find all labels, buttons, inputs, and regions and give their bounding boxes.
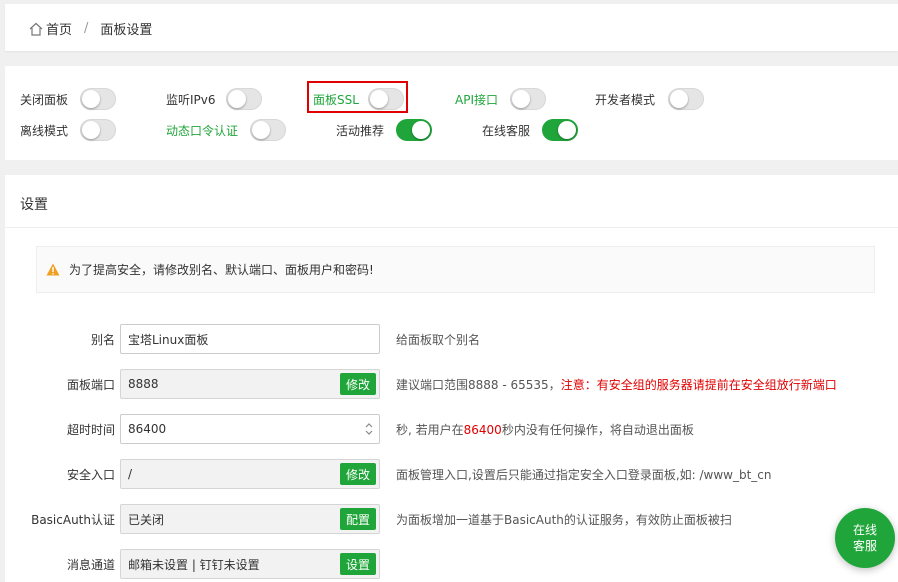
security-entry-value: / <box>128 467 133 481</box>
port-value: 8888 <box>128 377 159 391</box>
toggle-activity-recommend: 活动推荐 <box>336 119 384 141</box>
form-row-port: 面板端口 8888 修改 建议端口范围8888 - 65535，注意：有安全组的… <box>5 369 898 399</box>
toggle-label: 监听IPv6 <box>166 92 216 107</box>
configure-basicauth-button[interactable]: 配置 <box>339 508 376 530</box>
alias-label: 别名 <box>90 333 115 347</box>
panel-ssl-highlight <box>307 81 408 113</box>
timeout-hint-after: 秒内没有任何操作，将自动退出面板 <box>501 423 694 437</box>
chat-line-2: 客服 <box>852 539 877 553</box>
number-spinner-icon[interactable] <box>363 419 375 439</box>
modify-security-entry-button[interactable]: 修改 <box>339 463 376 485</box>
alias-value: 宝塔Linux面板 <box>128 332 209 347</box>
toggle-close-panel: 关闭面板 <box>20 88 68 110</box>
api-switch[interactable] <box>510 88 546 110</box>
port-hint: 建议端口范围8888 - 65535，注意：有安全组的服务器请提前在安全组放行新… <box>396 376 837 393</box>
toggle-label[interactable]: 动态口令认证 <box>166 122 238 139</box>
alias-input[interactable]: 宝塔Linux面板 <box>120 324 380 354</box>
breadcrumb-home-link[interactable]: 首页 <box>46 19 72 38</box>
form-row-security-entry: 安全入口 / 修改 面板管理入口,设置后只能通过指定安全入口登录面板,如: /w… <box>5 459 898 489</box>
toggle-online-service: 在线客服 <box>482 119 530 141</box>
timeout-hint-seconds: 86400 <box>463 423 502 437</box>
basicauth-label: BasicAuth认证 <box>31 513 115 527</box>
toggle-label: 关闭面板 <box>20 92 69 107</box>
toggle-label: 开发者模式 <box>595 92 656 107</box>
toggle-totp: 动态口令认证 <box>166 119 238 141</box>
security-entry-hint: 面板管理入口,设置后只能通过指定安全入口登录面板,如: /www_bt_cn <box>396 468 772 482</box>
toggle-offline-mode: 离线模式 <box>20 119 68 141</box>
toggle-label[interactable]: API接口 <box>455 91 498 108</box>
alert-text: 为了提高安全，请修改别名、默认端口、面板用户和密码! <box>69 263 374 277</box>
chat-line-1: 在线 <box>852 523 877 537</box>
port-input: 8888 修改 <box>120 369 380 399</box>
toggle-developer-mode: 开发者模式 <box>595 88 655 110</box>
online-service-switch[interactable] <box>542 119 578 141</box>
alias-hint: 给面板取个别名 <box>396 333 481 347</box>
timeout-value: 86400 <box>128 422 167 436</box>
breadcrumb-current: 面板设置 <box>100 23 153 38</box>
close-panel-switch[interactable] <box>80 88 116 110</box>
timeout-input[interactable]: 86400 <box>120 414 380 444</box>
timeout-hint: 秒, 若用户在86400秒内没有任何操作，将自动退出面板 <box>396 421 694 438</box>
timeout-label: 超时时间 <box>66 423 115 437</box>
message-channel-label: 消息通道 <box>66 558 115 572</box>
toggle-label: 离线模式 <box>20 123 69 138</box>
basicauth-hint: 为面板增加一道基于BasicAuth的认证服务，有效防止面板被扫 <box>396 513 732 527</box>
offline-mode-switch[interactable] <box>80 119 116 141</box>
developer-mode-switch[interactable] <box>668 88 704 110</box>
port-hint-text: 建议端口范围8888 - 65535， <box>396 378 561 392</box>
online-service-chat-button[interactable]: 在线 客服 <box>835 508 895 568</box>
port-label: 面板端口 <box>66 378 115 392</box>
toggle-listen-ipv6: 监听IPv6 <box>166 88 216 110</box>
toggle-label: 在线客服 <box>482 123 531 138</box>
message-channel-value: 邮箱未设置 | 钉钉未设置 <box>128 557 260 572</box>
settings-title: 设置 <box>20 197 48 213</box>
home-icon[interactable] <box>28 21 44 37</box>
divider <box>5 227 898 228</box>
timeout-hint-before: 秒, 若用户在 <box>396 423 464 437</box>
security-entry-input: / 修改 <box>120 459 380 489</box>
form-row-timeout: 超时时间 86400 秒, 若用户在86400秒内没有任何操作，将自动退出面板 <box>5 414 898 444</box>
settings-panel: 设置 为了提高安全，请修改别名、默认端口、面板用户和密码! 别名 宝塔Linux… <box>5 175 898 582</box>
modify-port-button[interactable]: 修改 <box>339 373 376 395</box>
form-row-basicauth: BasicAuth认证 已关闭 配置 为面板增加一道基于BasicAuth的认证… <box>5 504 898 534</box>
toggle-settings-panel <box>5 66 898 160</box>
totp-switch[interactable] <box>250 119 286 141</box>
form-row-message-channel: 消息通道 邮箱未设置 | 钉钉未设置 设置 <box>5 549 898 579</box>
breadcrumb: 首页 / 面板设置 <box>28 19 152 38</box>
listen-ipv6-switch[interactable] <box>226 88 262 110</box>
breadcrumb-separator: / <box>84 21 89 36</box>
breadcrumb-bar: 首页 / 面板设置 <box>5 4 898 51</box>
basicauth-input: 已关闭 配置 <box>120 504 380 534</box>
security-alert: 为了提高安全，请修改别名、默认端口、面板用户和密码! <box>36 246 875 293</box>
basicauth-value: 已关闭 <box>128 512 165 527</box>
warning-triangle-icon <box>46 263 60 276</box>
form-row-alias: 别名 宝塔Linux面板 给面板取个别名 <box>5 324 898 354</box>
message-channel-input: 邮箱未设置 | 钉钉未设置 设置 <box>120 549 380 579</box>
activity-recommend-switch[interactable] <box>396 119 432 141</box>
setup-message-channel-button[interactable]: 设置 <box>339 553 376 575</box>
toggle-api: API接口 <box>455 88 498 110</box>
port-hint-warning: 注意：有安全组的服务器请提前在安全组放行新端口 <box>560 378 837 392</box>
toggle-label: 活动推荐 <box>336 123 385 138</box>
security-entry-label: 安全入口 <box>66 468 115 482</box>
